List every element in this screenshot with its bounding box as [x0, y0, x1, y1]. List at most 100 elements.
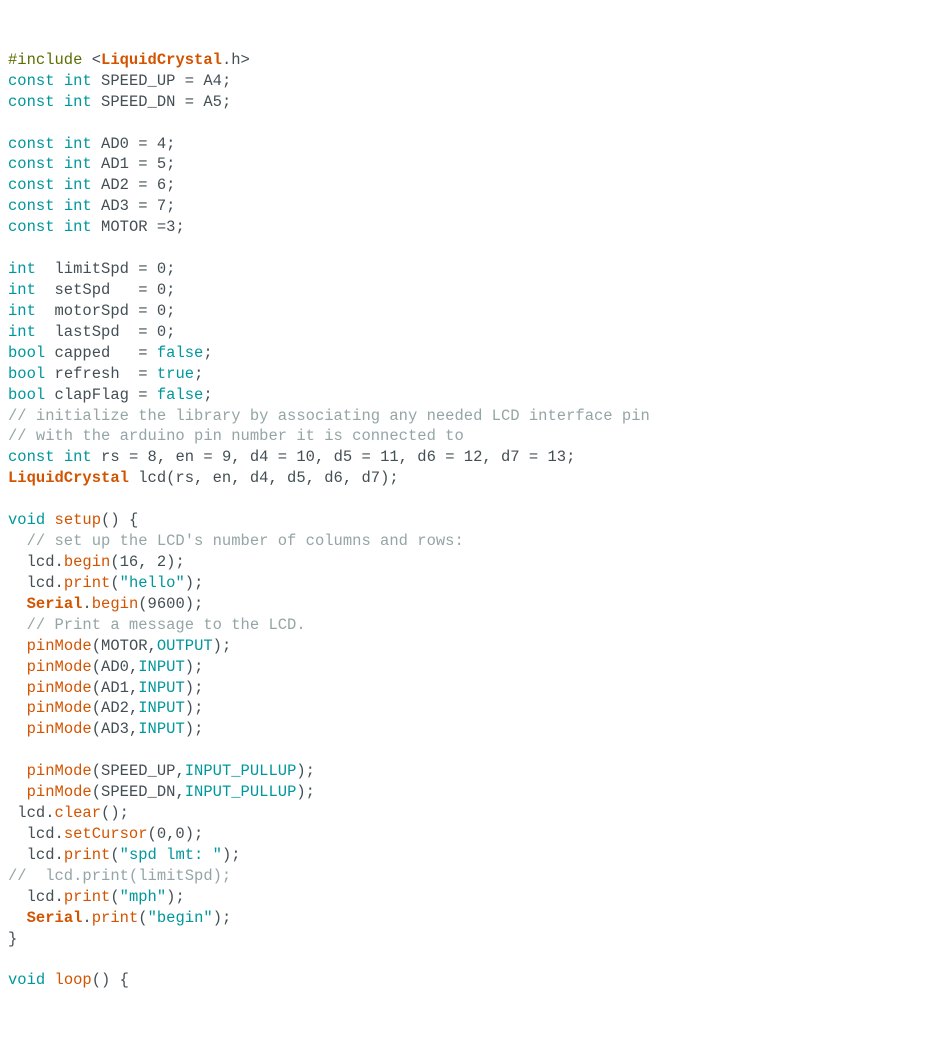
code-block: #include <LiquidCrystal.h> const int SPE…	[8, 50, 932, 991]
text: AD1 = 5;	[92, 155, 176, 173]
text: motorSpd = 0;	[36, 302, 176, 320]
keyword: void	[8, 971, 45, 989]
text	[8, 699, 27, 717]
text	[8, 720, 27, 738]
text: lcd.	[8, 888, 64, 906]
text	[8, 595, 27, 613]
text: );	[185, 574, 204, 592]
text: capped =	[45, 344, 157, 362]
keyword: const	[8, 72, 55, 90]
text: (9600);	[138, 595, 203, 613]
text: (AD0,	[92, 658, 139, 676]
constant: INPUT_PULLUP	[185, 783, 297, 801]
serial: Serial	[27, 909, 83, 927]
keyword: int	[8, 281, 36, 299]
text: (	[138, 909, 147, 927]
text: (AD3,	[92, 720, 139, 738]
bool-val: false	[157, 344, 204, 362]
constant: INPUT_PULLUP	[185, 762, 297, 780]
method: begin	[92, 595, 139, 613]
method: print	[64, 888, 111, 906]
keyword: const	[8, 197, 55, 215]
text: (SPEED_UP,	[92, 762, 185, 780]
method: print	[92, 909, 139, 927]
constant: INPUT	[138, 699, 185, 717]
string: "begin"	[148, 909, 213, 927]
text: limitSpd = 0;	[36, 260, 176, 278]
text: (0,0);	[148, 825, 204, 843]
preproc: #include	[8, 51, 82, 69]
method: begin	[64, 553, 111, 571]
text: );	[222, 846, 241, 864]
text: ;	[194, 365, 203, 383]
text	[8, 637, 27, 655]
text: AD0 = 4;	[92, 135, 176, 153]
text: );	[296, 762, 315, 780]
function: pinMode	[27, 679, 92, 697]
keyword: int	[64, 72, 92, 90]
keyword: int	[64, 448, 92, 466]
text: AD3 = 7;	[92, 197, 176, 215]
string: "mph"	[120, 888, 167, 906]
text: );	[185, 679, 204, 697]
method: setCursor	[64, 825, 148, 843]
text: );	[296, 783, 315, 801]
constant: OUTPUT	[157, 637, 213, 655]
bool-val: true	[157, 365, 194, 383]
keyword: int	[64, 135, 92, 153]
text: lcd.	[8, 553, 64, 571]
keyword: bool	[8, 365, 45, 383]
string: "hello"	[120, 574, 185, 592]
text: lcd.	[8, 804, 55, 822]
keyword: int	[64, 93, 92, 111]
comment: // with the arduino pin number it is con…	[8, 427, 464, 445]
text: );	[185, 658, 204, 676]
text: ;	[203, 386, 212, 404]
text	[8, 679, 27, 697]
keyword: int	[64, 218, 92, 236]
text: <	[82, 51, 101, 69]
keyword: void	[8, 511, 45, 529]
text: (AD1,	[92, 679, 139, 697]
keyword: const	[8, 218, 55, 236]
text: MOTOR =3;	[92, 218, 185, 236]
text: SPEED_DN = A5;	[92, 93, 232, 111]
function: pinMode	[27, 699, 92, 717]
method: print	[64, 846, 111, 864]
function: pinMode	[27, 658, 92, 676]
comment: // set up the LCD's number of columns an…	[8, 532, 464, 550]
function: pinMode	[27, 637, 92, 655]
constant: INPUT	[138, 720, 185, 738]
text: lcd.	[8, 825, 64, 843]
text: .h>	[222, 51, 250, 69]
text	[8, 783, 27, 801]
serial: Serial	[27, 595, 83, 613]
text: () {	[101, 511, 138, 529]
text	[8, 762, 27, 780]
function-name: loop	[55, 971, 92, 989]
comment: // Print a message to the LCD.	[8, 616, 306, 634]
text: }	[8, 930, 17, 948]
keyword: bool	[8, 344, 45, 362]
text: () {	[92, 971, 129, 989]
text: (	[110, 846, 119, 864]
text: );	[213, 637, 232, 655]
text: setSpd = 0;	[36, 281, 176, 299]
text: (AD2,	[92, 699, 139, 717]
function: pinMode	[27, 783, 92, 801]
text	[8, 909, 27, 927]
text	[8, 658, 27, 676]
text: (	[110, 888, 119, 906]
keyword: int	[64, 155, 92, 173]
text: (SPEED_DN,	[92, 783, 185, 801]
keyword: int	[8, 302, 36, 320]
text: );	[185, 699, 204, 717]
keyword: bool	[8, 386, 45, 404]
method: print	[64, 574, 111, 592]
text: lastSpd = 0;	[36, 323, 176, 341]
function-name: setup	[55, 511, 102, 529]
string: "spd lmt: "	[120, 846, 222, 864]
text: SPEED_UP = A4;	[92, 72, 232, 90]
constant: INPUT	[138, 658, 185, 676]
keyword: int	[64, 197, 92, 215]
